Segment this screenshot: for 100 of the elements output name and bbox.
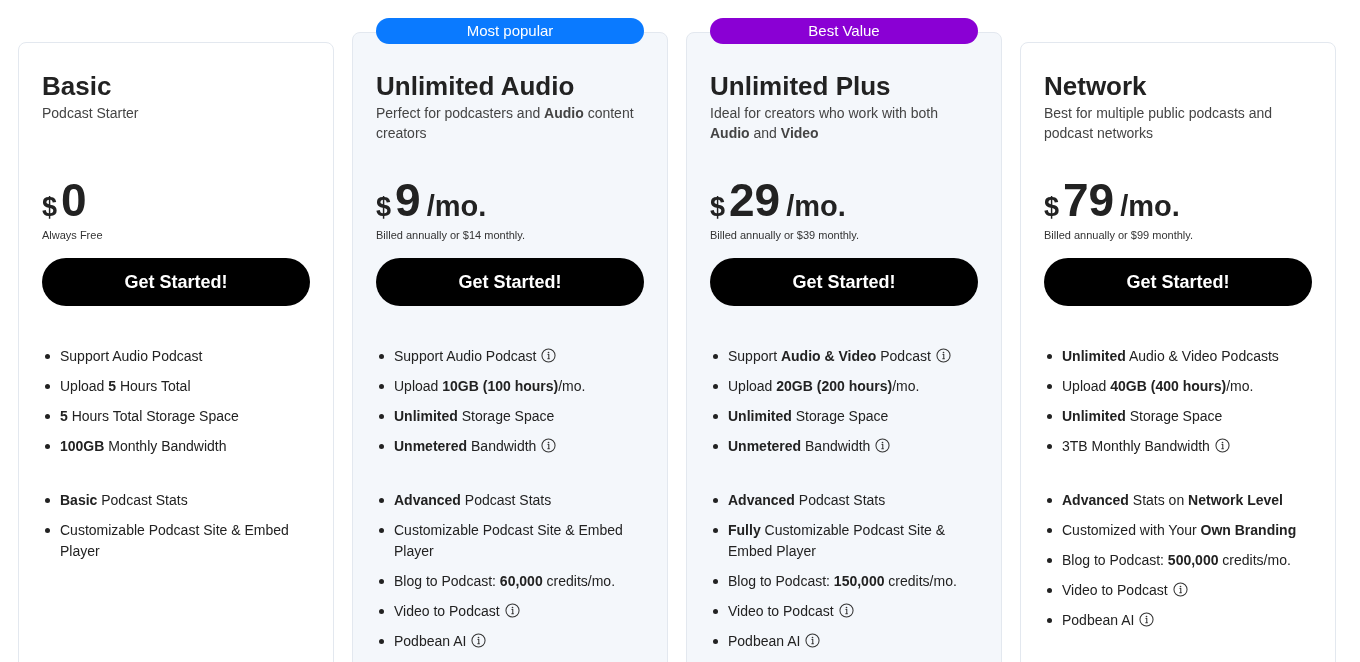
billing-note: Billed annually or $99 monthly. [1044, 228, 1194, 243]
bullet-icon [379, 639, 384, 644]
info-icon[interactable] [504, 603, 520, 618]
bullet-icon [713, 579, 718, 584]
price-period: /mo. [786, 189, 846, 224]
billing-note: Billed annually or $14 monthly. [376, 228, 526, 243]
bullet-icon [1047, 444, 1052, 449]
get-started-button[interactable]: Get Started! [1044, 258, 1312, 306]
bullet-icon [1047, 528, 1052, 533]
price-amount: 9 [395, 176, 421, 224]
feature-text: Unlimited Storage Space [1062, 407, 1223, 426]
plan-description: Podcast Starter [42, 104, 140, 123]
feature-text: Upload 5 Hours Total [60, 377, 191, 396]
currency-symbol: $ [710, 191, 726, 224]
bullet-icon [713, 354, 718, 359]
bullet-icon [713, 639, 718, 644]
plan-description: Best for multiple public podcasts and podcast networks [1044, 104, 1273, 143]
bullet-icon [1047, 384, 1052, 389]
bullet-icon [45, 384, 50, 389]
feature-text: Customizable Podcast Site & Embed Player [394, 521, 624, 561]
bullet-icon [713, 498, 718, 503]
currency-symbol: $ [42, 191, 58, 224]
plan-title: Basic [42, 70, 113, 102]
plan-title: Network [1044, 70, 1148, 102]
bullet-icon [45, 528, 50, 533]
feature-text: Upload 10GB (100 hours)/mo. [394, 377, 586, 396]
info-icon[interactable] [1214, 438, 1230, 453]
feature-text: Video to Podcast [728, 601, 854, 622]
bullet-icon [45, 354, 50, 359]
plan-badge: Most popular [376, 18, 644, 44]
price-amount: 0 [61, 176, 87, 224]
feature-text: Blog to Podcast: 150,000 credits/mo. [728, 572, 957, 591]
bullet-icon [713, 528, 718, 533]
feature-text: Unmetered Bandwidth [728, 436, 891, 457]
feature-text: Unmetered Bandwidth [394, 436, 557, 457]
currency-symbol: $ [376, 191, 392, 224]
bullet-icon [379, 579, 384, 584]
feature-text: Basic Podcast Stats [60, 491, 188, 510]
bullet-icon [379, 354, 384, 359]
feature-text: Customized with Your Own Branding [1062, 521, 1297, 540]
billing-note: Always Free [42, 228, 104, 243]
bullet-icon [1047, 588, 1052, 593]
info-icon[interactable] [1139, 612, 1155, 627]
feature-text: Blog to Podcast: 60,000 credits/mo. [394, 572, 616, 591]
info-icon[interactable] [471, 633, 487, 648]
info-icon[interactable] [805, 633, 821, 648]
feature-text: 100GB Monthly Bandwidth [60, 437, 227, 456]
currency-symbol: $ [1044, 191, 1060, 224]
feature-text: Fully Customizable Podcast Site & Embed Player [728, 521, 947, 561]
get-started-button[interactable]: Get Started! [710, 258, 978, 306]
bullet-icon [1047, 498, 1052, 503]
get-started-button[interactable]: Get Started! [376, 258, 644, 306]
bullet-icon [713, 609, 718, 614]
feature-text: Unlimited Storage Space [394, 407, 555, 426]
plan-badge: Best Value [710, 18, 978, 44]
feature-text: Advanced Podcast Stats [394, 491, 552, 510]
feature-text: Podbean AI [1062, 610, 1155, 631]
price-amount: 29 [729, 176, 781, 224]
plan-title: Unlimited Plus [710, 70, 892, 102]
info-icon[interactable] [541, 438, 557, 453]
price-period: /mo. [1120, 189, 1180, 224]
bullet-icon [379, 609, 384, 614]
bullet-icon [379, 498, 384, 503]
plan-description: Perfect for podcasters and Audio content creators [376, 104, 635, 143]
info-icon[interactable] [875, 438, 891, 453]
feature-text: Support Audio Podcast [394, 346, 557, 367]
feature-text: Advanced Podcast Stats [728, 491, 886, 510]
bullet-icon [1047, 414, 1052, 419]
bullet-icon [713, 384, 718, 389]
bullet-icon [1047, 618, 1052, 623]
feature-text: Upload 20GB (200 hours)/mo. [728, 377, 920, 396]
feature-text: Podbean AI [728, 631, 821, 652]
bullet-icon [45, 414, 50, 419]
bullet-icon [1047, 354, 1052, 359]
feature-text: Advanced Stats on Network Level [1062, 491, 1283, 510]
feature-text: Podbean AI [394, 631, 487, 652]
feature-text: Unlimited Audio & Video Podcasts [1062, 347, 1279, 366]
price-amount: 79 [1063, 176, 1115, 224]
bullet-icon [379, 414, 384, 419]
feature-text: Upload 40GB (400 hours)/mo. [1062, 377, 1254, 396]
bullet-icon [379, 384, 384, 389]
feature-text: 3TB Monthly Bandwidth [1062, 436, 1230, 457]
bullet-icon [713, 444, 718, 449]
plan-title: Unlimited Audio [376, 70, 576, 102]
get-started-button[interactable]: Get Started! [42, 258, 310, 306]
feature-text: Video to Podcast [1062, 580, 1188, 601]
bullet-icon [1047, 558, 1052, 563]
info-icon[interactable] [935, 348, 951, 363]
info-icon[interactable] [838, 603, 854, 618]
price-period: /mo. [426, 189, 487, 224]
info-icon[interactable] [1172, 582, 1188, 597]
feature-text: 5 Hours Total Storage Space [60, 407, 239, 426]
bullet-icon [379, 444, 384, 449]
feature-text: Blog to Podcast: 500,000 credits/mo. [1062, 551, 1291, 570]
info-icon[interactable] [541, 348, 557, 363]
feature-text: Support Audio Podcast [60, 347, 203, 366]
billing-note: Billed annually or $39 monthly. [710, 228, 860, 243]
bullet-icon [45, 444, 50, 449]
feature-text: Customizable Podcast Site & Embed Player [60, 521, 290, 561]
bullet-icon [45, 498, 50, 503]
